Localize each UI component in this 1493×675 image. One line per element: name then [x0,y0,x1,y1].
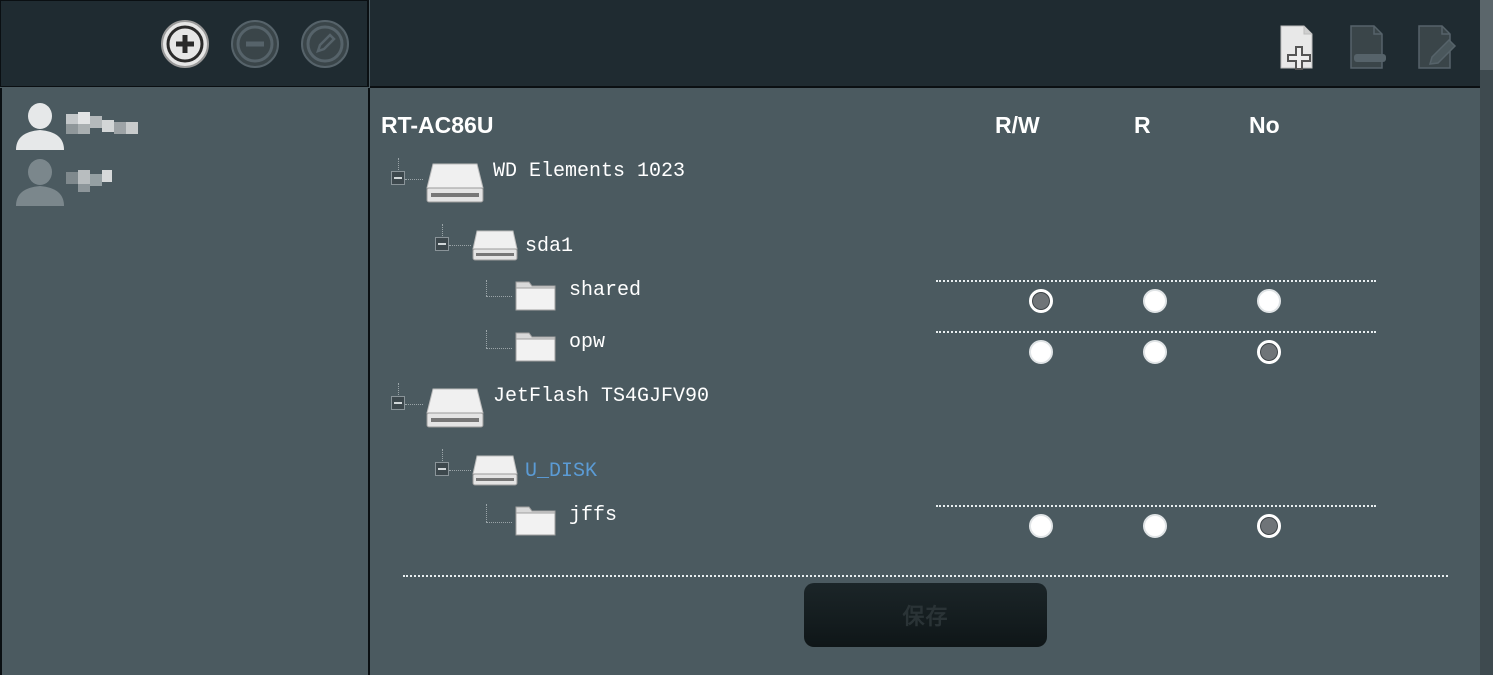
radio-r[interactable] [1143,340,1167,364]
collapse-toggle[interactable] [391,396,405,410]
scrollbar-thumb[interactable] [1480,0,1493,70]
save-button[interactable]: 保存 [804,583,1047,647]
delete-account-icon[interactable] [229,18,281,70]
tree-line [486,348,512,349]
account-list [0,88,370,675]
radio-rw[interactable] [1029,514,1053,538]
edit-account-icon[interactable] [299,18,351,70]
collapse-toggle[interactable] [391,171,405,185]
hard-drive-icon [426,388,484,428]
footer-separator [403,575,1448,577]
folder-icon [515,332,556,362]
account-toolbar [0,0,369,87]
tree-line [486,504,487,522]
tree-line [486,280,487,296]
column-rw: R/W [995,112,1040,138]
radio-rw[interactable] [1029,289,1053,313]
collapse-toggle[interactable] [435,462,449,476]
tree-line [449,470,471,471]
tree-line [398,158,399,170]
tree-line [486,522,512,523]
add-folder-icon[interactable] [1278,24,1322,72]
tree-line [398,383,399,395]
collapse-toggle[interactable] [435,237,449,251]
tree-line [486,296,512,297]
column-no: No [1249,112,1280,138]
folder-icon [515,506,556,536]
folder-label: jffs [569,504,618,527]
partition-icon [472,455,518,486]
rename-folder-icon[interactable] [1416,24,1460,72]
row-separator [936,331,1376,333]
user-icon [16,103,64,150]
tree-line [442,224,443,236]
radio-no[interactable] [1257,514,1281,538]
hard-drive-icon [426,163,484,203]
disk-label: WD Elements 1023 [493,160,686,183]
tree-line [442,449,443,461]
user-icon [16,159,64,206]
delete-folder-icon[interactable] [1348,24,1392,72]
row-separator [936,505,1376,507]
radio-r[interactable] [1143,514,1167,538]
partition-label-selected[interactable]: U_DISK [525,460,597,483]
column-r: R [1134,112,1151,138]
folder-icon [515,281,556,311]
tree-line [449,245,471,246]
tree-line [405,404,423,405]
device-name: RT-AC86U [381,112,494,138]
radio-no[interactable] [1257,340,1281,364]
folder-label: opw [569,331,606,354]
tree-line [486,330,487,348]
scrollbar[interactable] [1480,0,1493,675]
folder-label: shared [569,279,642,302]
disk-label: JetFlash TS4GJFV90 [493,385,710,408]
row-separator [936,280,1376,282]
radio-rw[interactable] [1029,340,1053,364]
account-name-redacted [66,168,138,192]
partition-icon [472,230,518,261]
radio-no[interactable] [1257,289,1281,313]
account-item[interactable] [14,156,354,208]
folder-toolbar [370,0,1480,88]
partition-label: sda1 [525,235,574,258]
radio-r[interactable] [1143,289,1167,313]
account-item[interactable] [14,100,354,152]
add-account-icon[interactable] [159,18,211,70]
account-name-redacted [66,112,138,134]
tree-line [405,179,423,180]
